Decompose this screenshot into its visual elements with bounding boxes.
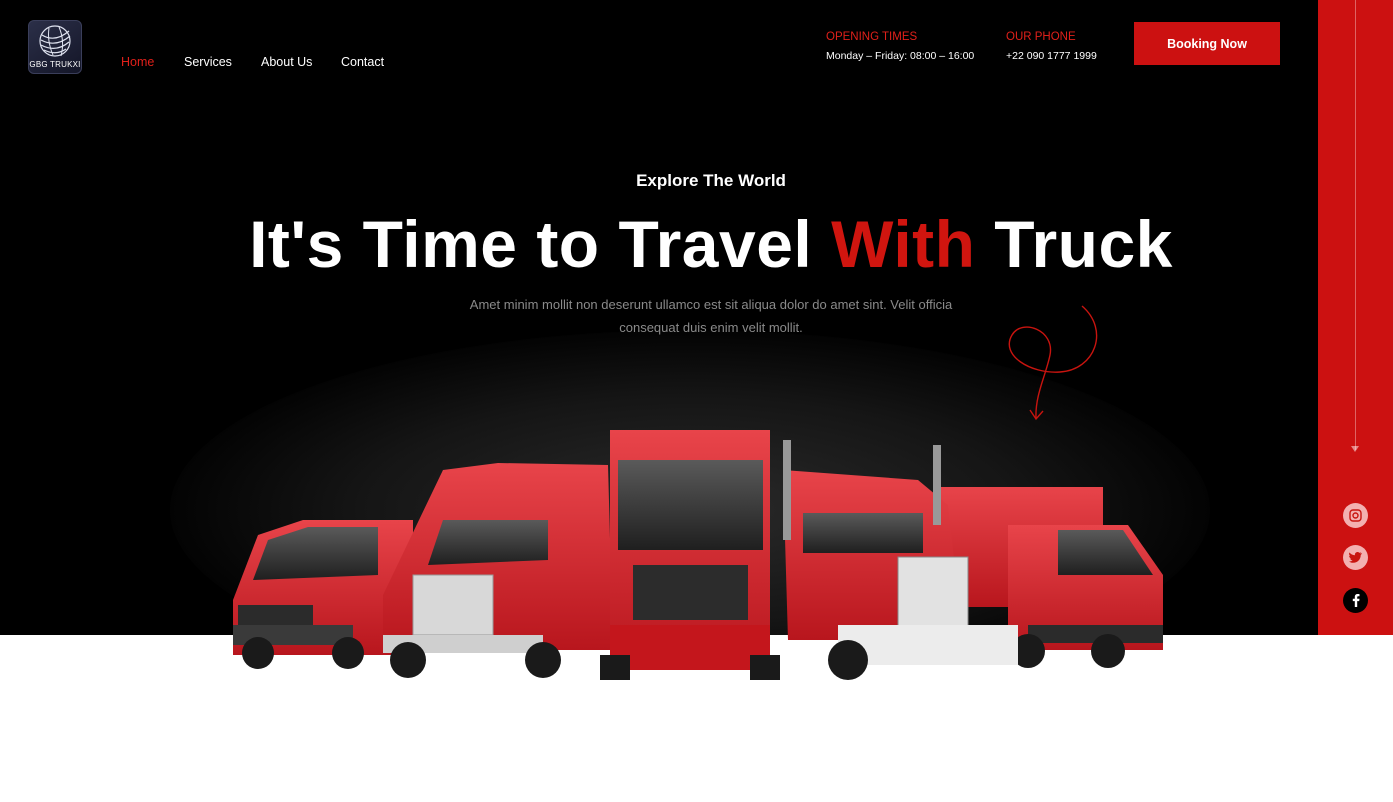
brand-logo[interactable]: GBG TRUKXI xyxy=(28,20,82,74)
headline-part-1: It's Time to Travel xyxy=(249,207,832,281)
logo-text: GBG TRUKXI xyxy=(29,60,81,69)
arrow-down-icon xyxy=(1351,446,1359,452)
hero-eyebrow: Explore The World xyxy=(636,171,786,190)
nav-item-home[interactable]: Home xyxy=(121,55,154,69)
squiggle-arrow-icon xyxy=(1008,305,1098,421)
opening-times-title: OPENING TIMES xyxy=(826,31,918,43)
sidebar-divider xyxy=(1355,0,1356,450)
semi-truck-1-graphic xyxy=(383,463,613,678)
twitter-icon[interactable] xyxy=(1343,545,1368,570)
nav-item-services[interactable]: Services xyxy=(184,55,232,69)
nav-item-about-us[interactable]: About Us xyxy=(261,55,312,69)
instagram-icon[interactable] xyxy=(1343,503,1368,528)
phone-title: OUR PHONE xyxy=(1006,31,1076,43)
opening-times-text: Monday – Friday: 08:00 – 16:00 xyxy=(826,50,975,62)
hero-headline: It's Time to Travel With Truck xyxy=(0,206,1318,282)
semi-truck-2-graphic xyxy=(600,430,780,680)
headline-part-2: Truck xyxy=(975,207,1173,281)
headline-accent: With xyxy=(831,207,976,281)
social-sidebar xyxy=(1318,0,1393,635)
booking-now-button[interactable]: Booking Now xyxy=(1134,22,1280,65)
hero-subtitle: Amet minim mollit non deserunt ullamco e… xyxy=(469,297,953,335)
trucks-illustration xyxy=(233,430,1163,680)
nav-item-contact[interactable]: Contact xyxy=(341,55,384,69)
phone-number[interactable]: +22 090 1777 1999 xyxy=(1006,50,1097,62)
facebook-icon[interactable] xyxy=(1343,588,1368,613)
